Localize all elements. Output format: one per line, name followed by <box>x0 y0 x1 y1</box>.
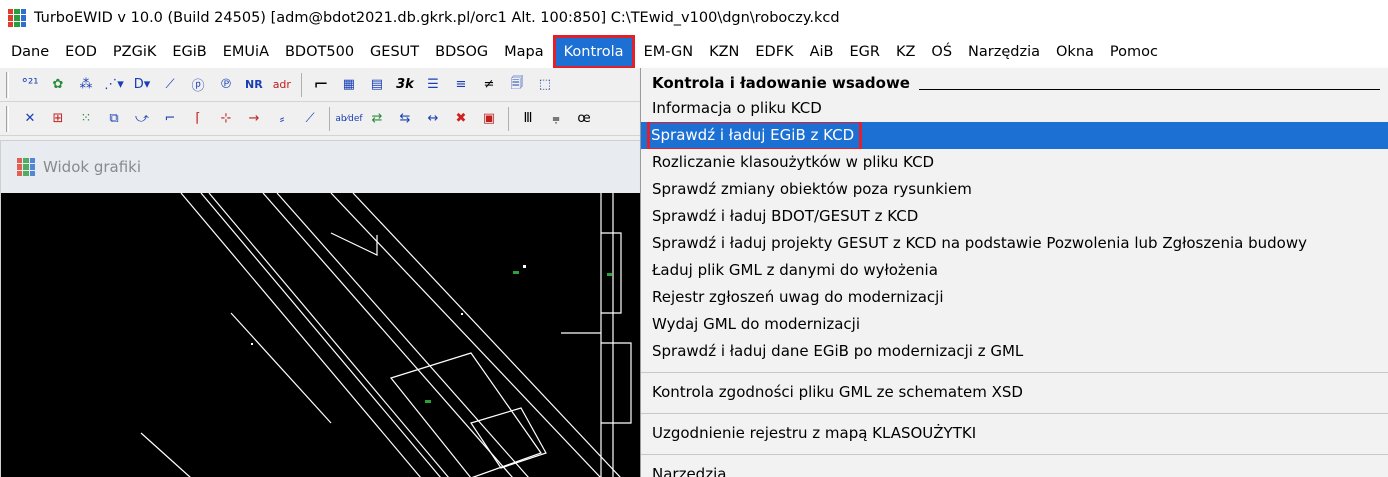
text-arrow-icon[interactable]: ⇆ <box>394 108 416 130</box>
bracket-x-icon[interactable]: ⌈ <box>187 108 209 130</box>
menu-narzedzia[interactable]: Narzędzia <box>960 38 1048 66</box>
menu-kontrola[interactable]: Kontrola <box>552 35 635 69</box>
menu-edfk[interactable]: EDFK <box>747 38 801 66</box>
points-lines-icon[interactable]: ⁙ <box>75 108 97 130</box>
document-icon[interactable]: 🗐 <box>506 74 528 96</box>
toolbar-top: °²¹ ✿ ⁂ ⋰▾ D▾ ⟋ ⓟ ℗ NR adr ⌐ ▦ ▤ 3k ☰ ≡ … <box>0 68 640 102</box>
menu-gesut[interactable]: GESUT <box>362 38 427 66</box>
kontrola-dropdown-menu: Kontrola i ładowanie wsadowe Informacja … <box>640 68 1388 477</box>
menu-eod[interactable]: EOD <box>57 38 105 66</box>
points-numbering-icon[interactable]: °²¹ <box>19 74 41 96</box>
map-drawing <box>140 193 632 477</box>
menu-em-gn[interactable]: EM-GN <box>636 38 702 66</box>
list-icon[interactable]: ☰ <box>422 74 444 96</box>
curve-arrow-icon[interactable]: ⤻ <box>131 108 153 130</box>
menu-item-laduj-gml-wylozenie[interactable]: Ładuj plik GML z danymi do wyłożenia <box>641 257 1388 284</box>
menu-item-projekty-gesut[interactable]: Sprawdź i ładuj projekty GESUT z KCD na … <box>641 230 1388 257</box>
menu-os[interactable]: OŚ <box>923 38 960 66</box>
menu-item-uzgodnienie-rejestru[interactable]: Uzgodnienie rejestru z mapą KLASOUŻYTKI <box>641 420 1388 447</box>
menu-section-header: Kontrola i ładowanie wsadowe <box>641 72 1388 95</box>
menu-bdot500[interactable]: BDOT500 <box>277 38 362 66</box>
menu-item-egib-po-modernizacji[interactable]: Sprawdź i ładuj dane EGiB po modernizacj… <box>641 338 1388 365</box>
menu-dane[interactable]: Dane <box>3 38 57 66</box>
grid-arrow-icon[interactable]: ⊞ <box>47 108 69 130</box>
menu-mapa[interactable]: Mapa <box>496 38 552 66</box>
graphics-window-title: Widok grafiki <box>43 158 142 176</box>
d-dropdown-icon[interactable]: D▾ <box>131 74 153 96</box>
curve-icon[interactable]: ⸗ <box>271 108 293 130</box>
nr-button[interactable]: NR <box>243 74 265 96</box>
arrow-line-icon[interactable]: → <box>243 108 265 130</box>
adr-button[interactable]: adr <box>271 74 293 96</box>
menu-item-rozliczanie-klasouzytkow[interactable]: Rozliczanie klasoużytków w pliku KCD <box>641 149 1388 176</box>
corner-icon[interactable]: ⌐ <box>310 74 332 96</box>
menu-item-wydaj-gml[interactable]: Wydaj GML do modernizacji <box>641 311 1388 338</box>
layer-group-icon[interactable]: ✿ <box>47 74 69 96</box>
not-equal-icon[interactable]: ≠ <box>478 74 500 96</box>
map-canvas[interactable] <box>1 193 643 477</box>
grid-table-icon[interactable]: ▦ <box>338 74 360 96</box>
table-m-icon[interactable]: Ⅲ <box>517 108 539 130</box>
dotted-box-icon[interactable]: ⬚ <box>534 74 556 96</box>
menu-item-kontrola-xsd[interactable]: Kontrola zgodności pliku GML ze schemate… <box>641 379 1388 406</box>
red-x-icon[interactable]: ✖ <box>450 108 472 130</box>
oe-icon[interactable]: œ <box>573 108 595 130</box>
menu-emuia[interactable]: EMUiA <box>215 38 277 66</box>
toolbar-bottom: ✕ ⊞ ⁙ ⧉ ⤻ ⌐ ⌈ ⊹ → ⸗ ⟋ ab⁄def ⇄ ⇆ ↔ ✖ ▣ Ⅲ… <box>0 102 640 136</box>
menu-kz[interactable]: KZ <box>888 38 923 66</box>
toolbar-grip[interactable] <box>6 71 9 98</box>
double-arrow-icon[interactable]: ↔ <box>422 108 444 130</box>
menu-item-rejestr-zgloszen[interactable]: Rejestr zgłoszeń uwag do modernizacji <box>641 284 1388 311</box>
bracket-arrow-icon[interactable]: ⌐ <box>159 108 181 130</box>
toolbar-separator <box>329 106 330 131</box>
graphics-window: Widok grafiki <box>0 140 643 477</box>
menu-item-sprawdz-laduj-bdot-gesut[interactable]: Sprawdź i ładuj BDOT/GESUT z KCD <box>641 203 1388 230</box>
box-arrow-icon[interactable]: ⧉ <box>103 108 125 130</box>
lines-icon[interactable]: ≡ <box>450 74 472 96</box>
menu-bdsog[interactable]: BDSOG <box>427 38 496 66</box>
menu-item-narzedzia[interactable]: Narzędzia <box>641 461 1388 477</box>
menu-item-sprawdz-laduj-egib-kcd[interactable]: Sprawdź i ładuj EGiB z KCD <box>641 122 1388 149</box>
menu-kzn[interactable]: KZN <box>701 38 747 66</box>
menu-separator <box>641 454 1388 455</box>
objects-dropdown-icon[interactable]: ⋰▾ <box>103 74 125 96</box>
swap-text-icon[interactable]: ⇄ <box>366 108 388 130</box>
table-icon[interactable]: ▤ <box>366 74 388 96</box>
p-box-icon[interactable]: ⓟ <box>187 74 209 96</box>
menu-aib[interactable]: AiB <box>802 38 842 66</box>
menu-bar: Dane EOD PZGiK EGiB EMUiA BDOT500 GESUT … <box>0 35 1388 69</box>
cross-lines-icon[interactable]: ✕ <box>19 108 41 130</box>
menu-okna[interactable]: Okna <box>1048 38 1102 66</box>
menu-item-zmiany-obiektow[interactable]: Sprawdź zmiany obiektów poza rysunkiem <box>641 176 1388 203</box>
window-title: TurboEWID v 10.0 (Build 24505) [adm@bdot… <box>34 10 840 26</box>
menu-separator <box>641 372 1388 373</box>
title-bar: TurboEWID v 10.0 (Build 24505) [adm@bdot… <box>0 0 1388 36</box>
map-check-icon[interactable]: ▣ <box>478 108 500 130</box>
toolbar-separator <box>508 106 509 131</box>
objects-icon[interactable]: ⁂ <box>75 74 97 96</box>
diagonal-icon[interactable]: ⟋ <box>299 108 321 130</box>
app-icon <box>8 9 26 27</box>
menu-pomoc[interactable]: Pomoc <box>1102 38 1166 66</box>
line-x-icon[interactable]: ⊹ <box>215 108 237 130</box>
line-icon[interactable]: ⟋ <box>159 74 181 96</box>
menu-egr[interactable]: EGR <box>841 38 887 66</box>
menu-separator <box>641 413 1388 414</box>
menu-pzgik[interactable]: PZGiK <box>105 38 164 66</box>
toolbar-separator <box>300 72 302 97</box>
app-icon <box>17 158 35 176</box>
menu-item-informacja-kcd[interactable]: Informacja o pliku KCD <box>641 95 1388 122</box>
menu-egib[interactable]: EGiB <box>164 38 214 66</box>
italic-k-icon[interactable]: 3k <box>394 74 416 96</box>
rotated-p-icon[interactable]: ℗ <box>215 74 237 96</box>
graphics-window-titlebar[interactable]: Widok grafiki <box>1 141 641 193</box>
measure-icon[interactable]: ⩦ <box>545 108 567 130</box>
toolbar-grip[interactable] <box>6 105 9 132</box>
def-icon[interactable]: ab⁄def <box>335 108 362 130</box>
